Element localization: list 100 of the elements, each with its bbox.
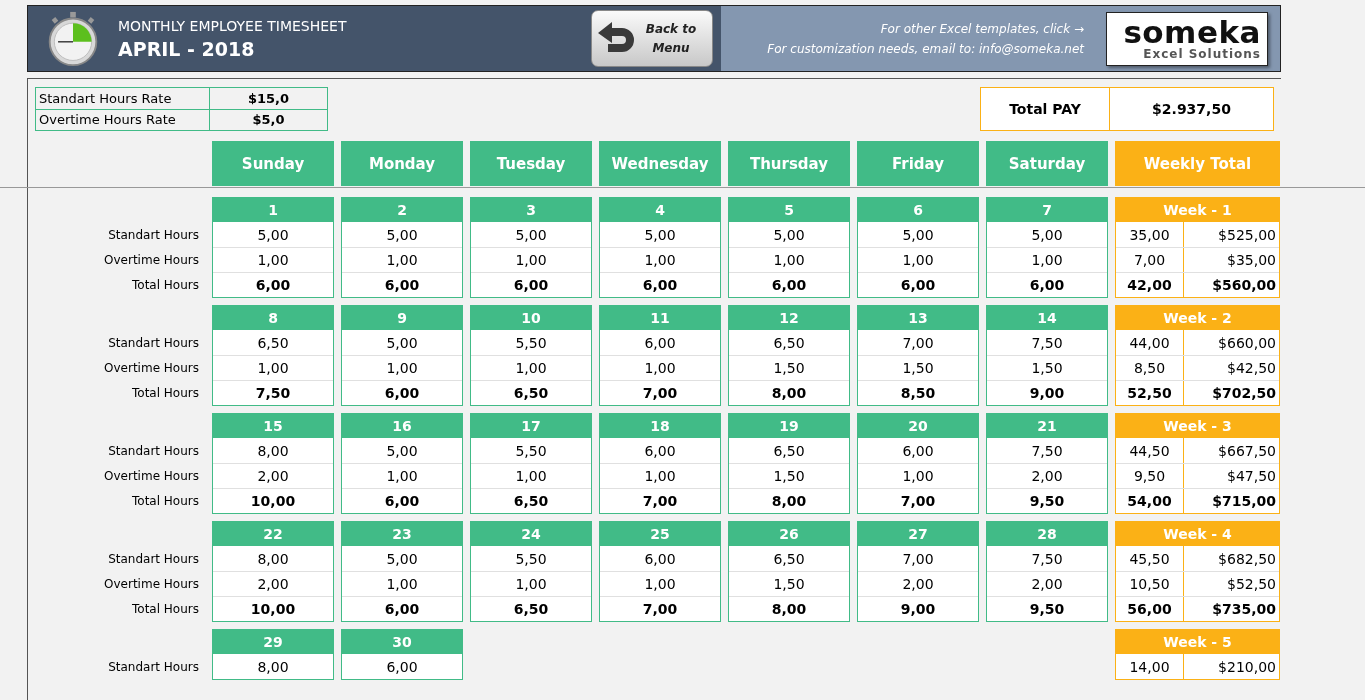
date-header: 5 <box>728 197 850 222</box>
week-pay-cell-text: $560,00 <box>1211 276 1277 295</box>
hours-cell: 1,00 <box>729 247 849 272</box>
week-pay-cell-text: $682,50 <box>1217 549 1277 569</box>
row-label: Standart Hours <box>108 443 199 458</box>
hours-cell: 1,00 <box>342 571 462 596</box>
row-label: Overtime Hours <box>104 468 199 483</box>
hours-cell: 6,00 <box>213 272 333 297</box>
back-to-menu-button[interactable]: Back to Menu <box>591 10 713 67</box>
hours-cell: 1,00 <box>342 355 462 380</box>
row-label: Total Hours <box>132 493 199 508</box>
hours-cell-text: 5,00 <box>385 441 419 461</box>
hours-cell: 7,00 <box>600 596 720 621</box>
hours-cell: 6,00 <box>729 272 849 297</box>
hours-cell-text: 5,00 <box>643 225 677 245</box>
hours-cell-text: 6,00 <box>385 657 419 677</box>
row-label: Standart Hours <box>108 551 199 566</box>
week-hours-cell: 52,50 <box>1116 381 1184 405</box>
hours-cell: 1,50 <box>729 571 849 596</box>
hours-cell-text: 8,00 <box>256 441 290 461</box>
hours-cell: 10,00 <box>213 488 333 513</box>
hours-cell: 6,00 <box>342 596 462 621</box>
week-pay-cell-text: $35,00 <box>1226 251 1277 270</box>
hours-cell: 1,00 <box>213 355 333 380</box>
date-header: 16 <box>341 413 463 438</box>
week-pay-cell-text: $660,00 <box>1217 333 1277 353</box>
date-header: 24 <box>470 521 592 546</box>
row-label: Overtime Hours <box>104 360 199 375</box>
hours-cell-text: 5,00 <box>385 549 419 569</box>
row-label: Standart Hours <box>108 335 199 350</box>
date-header: 15 <box>212 413 334 438</box>
week-hours-cell: 54,00 <box>1116 489 1184 513</box>
hours-cell: 6,00 <box>342 488 462 513</box>
hours-cell-text: 7,50 <box>1030 333 1064 353</box>
rate-label: Overtime Hours Rate <box>36 109 210 130</box>
hours-cell: 2,00 <box>858 571 978 596</box>
hours-cell: 8,00 <box>729 596 849 621</box>
hours-cell-text: 5,00 <box>514 225 548 245</box>
hours-cell: 1,00 <box>342 463 462 488</box>
total-pay-value: $2.937,50 <box>1151 100 1232 119</box>
hours-cell: 1,50 <box>987 355 1107 380</box>
week-pay-cell-text: $715,00 <box>1211 492 1277 511</box>
weekday-header: Friday <box>857 141 979 186</box>
week-pay-cell-text: $210,00 <box>1217 657 1277 677</box>
hours-cell: 8,50 <box>858 380 978 405</box>
total-pay-label: Total PAY <box>981 88 1110 130</box>
hours-cell: 1,50 <box>729 463 849 488</box>
hours-cell: 10,00 <box>213 596 333 621</box>
hours-cell: 6,00 <box>342 272 462 297</box>
hours-cell-text: 6,00 <box>901 441 935 461</box>
hours-cell: 1,00 <box>858 463 978 488</box>
hours-cell-text: 6,50 <box>772 441 806 461</box>
row-label: Total Hours <box>132 385 199 400</box>
hours-cell: 2,00 <box>213 463 333 488</box>
date-header: 21 <box>986 413 1108 438</box>
week-hours-cell: 7,00 <box>1116 248 1184 272</box>
date-header: 27 <box>857 521 979 546</box>
hours-cell: 1,00 <box>600 247 720 272</box>
hours-cell: 1,00 <box>342 247 462 272</box>
date-header: 7 <box>986 197 1108 222</box>
hours-cell: 6,50 <box>471 596 591 621</box>
date-header: 14 <box>986 305 1108 330</box>
contact-text: For customization needs, email to: info@someka.net <box>767 41 1084 56</box>
week-header: Week - 4 <box>1115 521 1280 546</box>
hours-cell: 8,00 <box>729 488 849 513</box>
date-header: 18 <box>599 413 721 438</box>
week-hours-cell: 44,50 <box>1116 438 1184 463</box>
hours-cell: 1,00 <box>600 463 720 488</box>
hours-cell-text: 6,50 <box>772 333 806 353</box>
row-label: Overtime Hours <box>104 576 199 591</box>
hours-cell: 6,00 <box>471 272 591 297</box>
week-hours-cell: 9,50 <box>1116 464 1184 488</box>
week-header: Week - 1 <box>1115 197 1280 222</box>
hours-cell: 2,00 <box>213 571 333 596</box>
hours-cell-text: 5,00 <box>256 225 290 245</box>
weekly-total-header: Weekly Total <box>1115 141 1280 186</box>
hours-cell-text: 6,50 <box>772 549 806 569</box>
hours-cell: 1,00 <box>600 355 720 380</box>
date-header: 25 <box>599 521 721 546</box>
week-pay-cell-text: $42,50 <box>1226 359 1277 378</box>
weekday-header: Sunday <box>212 141 334 186</box>
hours-cell: 6,00 <box>858 272 978 297</box>
week-hours-cell: 56,00 <box>1116 597 1184 621</box>
date-header: 22 <box>212 521 334 546</box>
date-header: 13 <box>857 305 979 330</box>
date-header: 26 <box>728 521 850 546</box>
row-label: Total Hours <box>132 601 199 616</box>
date-header: 3 <box>470 197 592 222</box>
logo[interactable]: someka Excel Solutions <box>1106 11 1268 66</box>
hours-cell-text: 6,00 <box>643 549 677 569</box>
week-hours-cell: 10,50 <box>1116 572 1184 596</box>
hours-cell: 1,00 <box>471 355 591 380</box>
hours-cell: 6,50 <box>471 488 591 513</box>
hours-cell-text: 5,50 <box>514 441 548 461</box>
hours-cell-text: 7,00 <box>901 333 935 353</box>
hours-cell: 6,00 <box>600 272 720 297</box>
date-header: 23 <box>341 521 463 546</box>
rate-label: Standart Hours Rate <box>36 88 210 109</box>
weekday-header: Saturday <box>986 141 1108 186</box>
date-header: 2 <box>341 197 463 222</box>
